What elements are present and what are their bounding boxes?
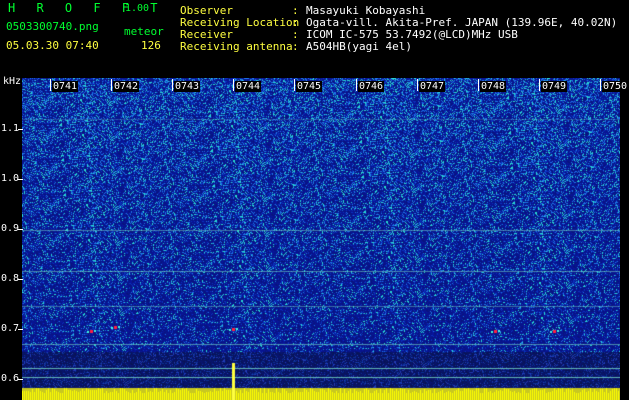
y-tick-mark [18,379,23,380]
time-tick-label: 0748 [480,81,507,92]
time-tick-mark [478,79,479,91]
time-tick-mark [233,79,234,91]
app-version: 1.00 [125,3,150,14]
y-tick-mark [18,279,23,280]
time-tick-mark [600,79,601,91]
y-tick-label: 1.1 [1,123,20,134]
header-panel: H R O F F T 1.00 0503300740.png meteor 0… [0,0,629,78]
y-tick-label: 1.0 [1,173,20,184]
time-tick-label: 0742 [113,81,140,92]
mode-label: meteor [124,25,164,38]
datetime-label: 05.03.30 07:40 [6,39,99,52]
time-tick-label: 0741 [52,81,79,92]
time-tick-label: 0743 [174,81,201,92]
spectrogram-canvas [22,78,620,400]
time-tick-mark [111,79,112,91]
y-axis-unit: kHz [3,76,22,87]
y-tick-label: 0.9 [1,223,20,234]
y-tick-mark [18,329,23,330]
time-tick-mark [294,79,295,91]
time-tick-label: 0749 [541,81,568,92]
time-tick-label: 0747 [419,81,446,92]
antenna-key: Receiving antenna [180,40,293,53]
time-tick-label: 0746 [358,81,385,92]
time-tick-label: 0750 [602,81,629,92]
time-tick-mark [50,79,51,91]
y-tick-label: 0.8 [1,273,20,284]
antenna-sep: : [292,40,299,53]
count-label: 126 [141,39,161,52]
y-tick-label: 0.6 [1,373,20,384]
time-tick-mark [539,79,540,91]
antenna-value: A504HB(yagi 4el) [306,40,412,53]
time-tick-mark [172,79,173,91]
y-tick-mark [18,129,23,130]
time-tick-mark [356,79,357,91]
y-tick-mark [18,179,23,180]
time-tick-label: 0744 [235,81,262,92]
y-tick-label: 0.7 [1,323,20,334]
time-tick-mark [417,79,418,91]
time-tick-label: 0745 [296,81,323,92]
filename-label: 0503300740.png [6,20,99,33]
y-tick-mark [18,229,23,230]
